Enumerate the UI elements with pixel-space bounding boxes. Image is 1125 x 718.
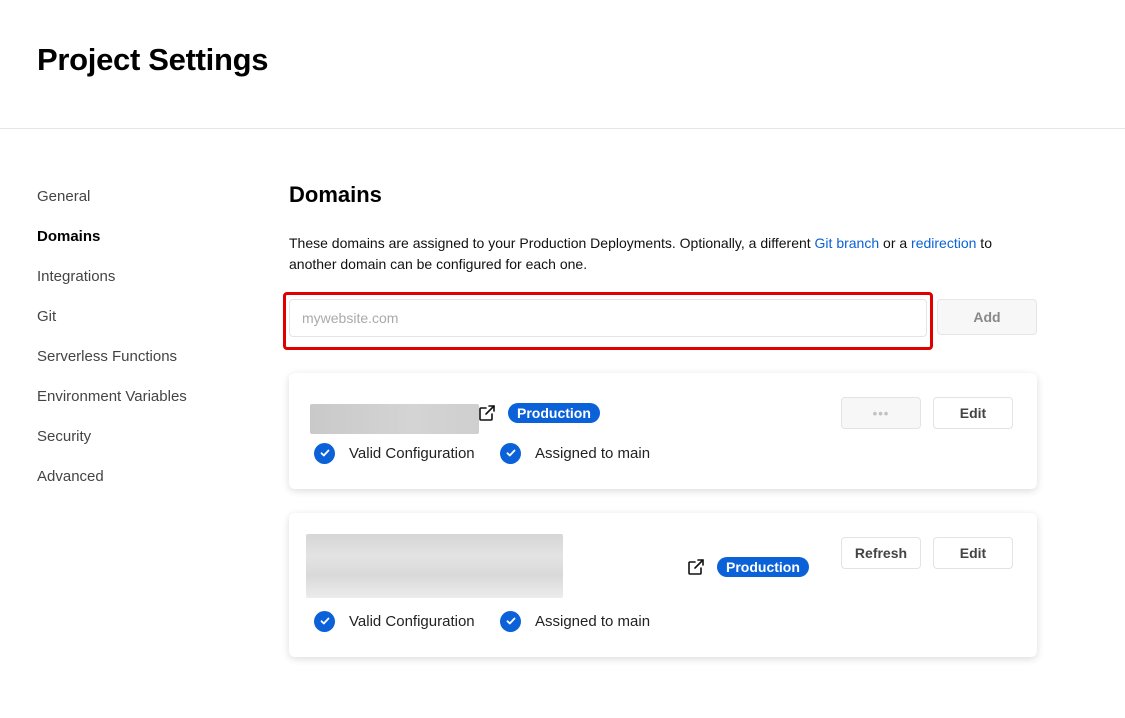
- sidebar-item-serverless-functions[interactable]: Serverless Functions: [37, 346, 187, 386]
- sidebar-item-integrations[interactable]: Integrations: [37, 266, 187, 306]
- production-badge: Production: [717, 557, 809, 577]
- check-circle-icon: [500, 442, 521, 464]
- external-link-icon[interactable]: [478, 404, 496, 422]
- status-label: Assigned to main: [535, 444, 651, 462]
- edit-button[interactable]: Edit: [933, 537, 1013, 569]
- domains-section: Domains These domains are assigned to yo…: [283, 180, 1049, 657]
- sidebar-item-domains[interactable]: Domains: [37, 226, 187, 266]
- redirection-link[interactable]: redirection: [911, 235, 976, 251]
- refresh-button[interactable]: Refresh: [841, 537, 921, 569]
- domain-input[interactable]: [289, 299, 927, 337]
- domain-card: Production Refresh Edit Valid Configurat…: [289, 513, 1037, 657]
- domains-description: These domains are assigned to your Produ…: [289, 233, 1009, 275]
- status-valid-configuration: Valid Configuration: [314, 610, 475, 632]
- sidebar-item-git[interactable]: Git: [37, 306, 187, 346]
- sidebar-item-general[interactable]: General: [37, 186, 187, 226]
- description-text: or a: [879, 235, 912, 251]
- status-assigned-branch: Assigned to main: [500, 610, 650, 632]
- domain-card: Production ••• Edit Valid Configuration …: [289, 373, 1037, 489]
- status-label: Assigned to main: [535, 612, 651, 630]
- sidebar-item-environment-variables[interactable]: Environment Variables: [37, 386, 187, 426]
- more-options-button[interactable]: •••: [841, 397, 921, 429]
- sidebar-item-advanced[interactable]: Advanced: [37, 466, 187, 506]
- external-link-icon[interactable]: [687, 558, 705, 576]
- status-assigned-branch: Assigned to main: [500, 442, 650, 464]
- edit-button[interactable]: Edit: [933, 397, 1013, 429]
- status-label: Valid Configuration: [349, 612, 475, 630]
- production-badge: Production: [508, 403, 600, 423]
- add-button[interactable]: Add: [937, 299, 1037, 335]
- settings-sidebar: General Domains Integrations Git Serverl…: [37, 186, 187, 506]
- page-title: Project Settings: [37, 42, 269, 77]
- redacted-domain-name: [306, 534, 563, 598]
- redacted-domain-name: [310, 404, 479, 434]
- sidebar-item-security[interactable]: Security: [37, 426, 187, 466]
- description-text: These domains are assigned to your Produ…: [289, 235, 815, 251]
- section-title: Domains: [289, 182, 382, 207]
- status-label: Valid Configuration: [349, 444, 475, 462]
- check-circle-icon: [314, 610, 335, 632]
- check-circle-icon: [314, 442, 335, 464]
- header-divider: [0, 128, 1125, 129]
- status-valid-configuration: Valid Configuration: [314, 442, 475, 464]
- check-circle-icon: [500, 610, 521, 632]
- git-branch-link[interactable]: Git branch: [815, 235, 880, 251]
